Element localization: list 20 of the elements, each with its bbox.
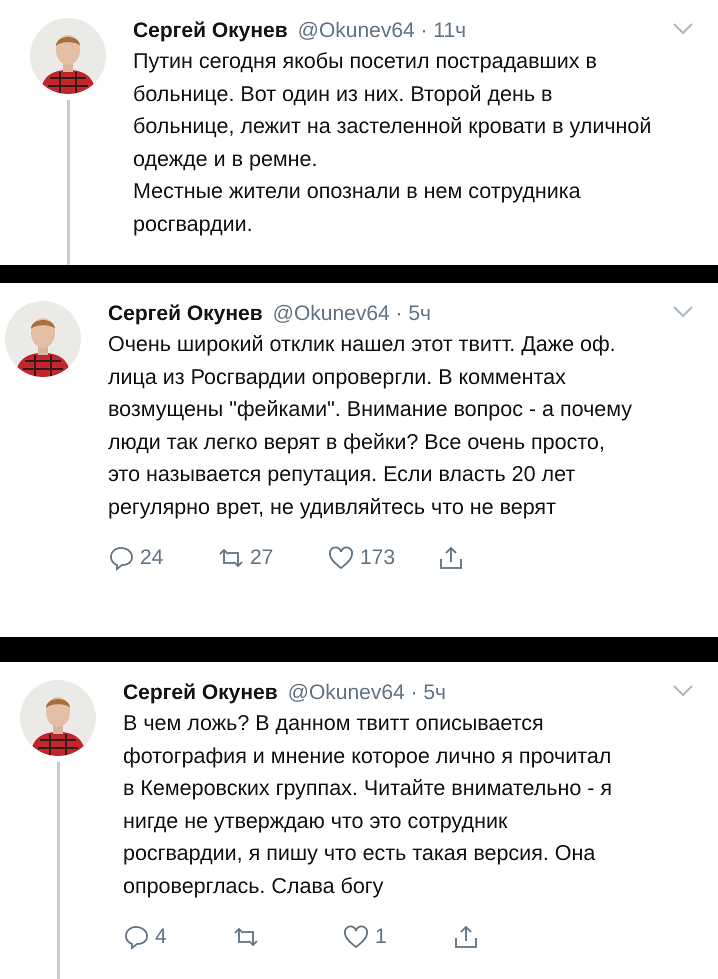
tweet-text: В чем ложь? В данном твитт описывается фотография и мнение которое лично я прочитал в Кемеровских группах. Читайте внимательно - я нигде не утверждаю что это сотрудник росгвардии, я пишу что есть такая версия. Она опроверглась. Слава богу — [123, 710, 614, 900]
handle-and-time: @Okunev64 · 5ч — [288, 681, 446, 705]
author-name[interactable]: Сергей Окунев — [133, 19, 288, 43]
reply-button[interactable]: 24 — [108, 545, 208, 571]
heart-icon — [328, 545, 354, 571]
handle-and-time: @Okunev64 · 11ч — [298, 19, 466, 43]
retweet-button[interactable]: 27 — [218, 545, 318, 571]
handle-and-time: @Okunev64 · 5ч — [272, 302, 431, 326]
reply-icon — [123, 924, 149, 950]
share-icon[interactable] — [438, 545, 464, 571]
author-name[interactable]: Сергей Окунев — [123, 681, 278, 705]
reply-button[interactable]: 4 — [123, 924, 223, 950]
author-name[interactable]: Сергей Окунев — [108, 302, 263, 326]
like-button[interactable]: 1 — [343, 924, 443, 950]
share-icon[interactable] — [453, 924, 479, 950]
reply-icon — [108, 545, 134, 571]
heart-icon — [343, 924, 369, 950]
tweet-text: Очень широкий отклик нашел этот твитт. Даже оф. лица из Росгвардии опровергли. В комментах возмущены "фейками". Внимание вопрос - а почему люди так легко верят в фейки? Все очень просто, это называется репутация. Если власть 20 лет регулярно врет, не удивляйтесь что не верят — [108, 331, 633, 520]
like-button[interactable]: 173 — [328, 545, 428, 571]
tweet-text: Путин сегодня якобы посетил пострадавших в больнице. Вот один из них. Второй день в больнице, лежит на застеленной кровати в уличной одежде и в ремне. Местные жители опознали в нем сотрудника росгвардии. — [133, 48, 652, 238]
